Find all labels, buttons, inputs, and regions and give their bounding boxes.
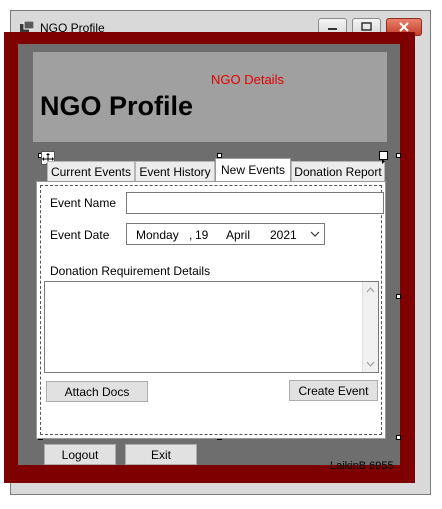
date-month[interactable]: April bbox=[226, 228, 250, 242]
event-date-label: Event Date bbox=[50, 228, 110, 242]
form-container: Event Name Event Date Monday , 19 April … bbox=[40, 185, 384, 435]
arrow-down-icon[interactable] bbox=[366, 361, 375, 367]
tab-donation-report[interactable]: Donation Report bbox=[291, 161, 385, 181]
selection-handle-top-right[interactable] bbox=[396, 153, 401, 158]
chevron-down-icon[interactable] bbox=[310, 230, 320, 238]
tab-current-events[interactable]: Current Events bbox=[47, 161, 135, 181]
event-date-picker[interactable]: Monday , 19 April 2021 bbox=[126, 223, 325, 245]
arrow-right-icon bbox=[382, 159, 385, 164]
tab-page-new-events: Event Name Event Date Monday , 19 April … bbox=[36, 181, 386, 439]
logout-button[interactable]: Logout bbox=[44, 444, 116, 465]
tab-label: Current Events bbox=[50, 165, 132, 179]
logout-label: Logout bbox=[61, 448, 99, 462]
tab-event-history[interactable]: Event History bbox=[135, 161, 215, 181]
selection-handle-bottom-right[interactable] bbox=[396, 435, 401, 440]
tab-label: New Events bbox=[220, 163, 286, 177]
page-title: NGO Profile bbox=[40, 91, 194, 121]
ngo-details-label: NGO Details bbox=[211, 72, 284, 87]
attach-docs-label: Attach Docs bbox=[64, 385, 130, 399]
tab-scroll-button[interactable] bbox=[379, 151, 388, 164]
tab-label: Donation Report bbox=[294, 165, 382, 179]
tab-new-events[interactable]: New Events bbox=[215, 158, 291, 182]
date-separator: , bbox=[189, 228, 193, 242]
tab-control: Current Events Event History New Events … bbox=[33, 148, 388, 439]
exit-button[interactable]: Exit bbox=[125, 444, 197, 465]
date-year[interactable]: 2021 bbox=[270, 228, 297, 242]
date-weekday[interactable]: Monday bbox=[136, 228, 179, 242]
donation-details-label: Donation Requirement Details bbox=[50, 264, 211, 278]
event-name-label: Event Name bbox=[50, 196, 117, 210]
create-event-button[interactable]: Create Event bbox=[289, 380, 378, 401]
tab-label: Event History bbox=[139, 165, 211, 179]
date-day[interactable]: 19 bbox=[195, 228, 208, 242]
create-event-label: Create Event bbox=[298, 384, 369, 398]
exit-label: Exit bbox=[150, 448, 171, 462]
arrow-up-icon[interactable] bbox=[366, 287, 375, 293]
status-text: LaikinB 6955 bbox=[330, 460, 394, 472]
textarea-scrollbar[interactable] bbox=[362, 282, 378, 372]
donation-details-textarea[interactable] bbox=[44, 281, 379, 373]
selection-handle-mid-right[interactable] bbox=[396, 294, 401, 299]
attach-docs-button[interactable]: Attach Docs bbox=[46, 381, 148, 402]
event-name-input[interactable] bbox=[126, 192, 384, 214]
